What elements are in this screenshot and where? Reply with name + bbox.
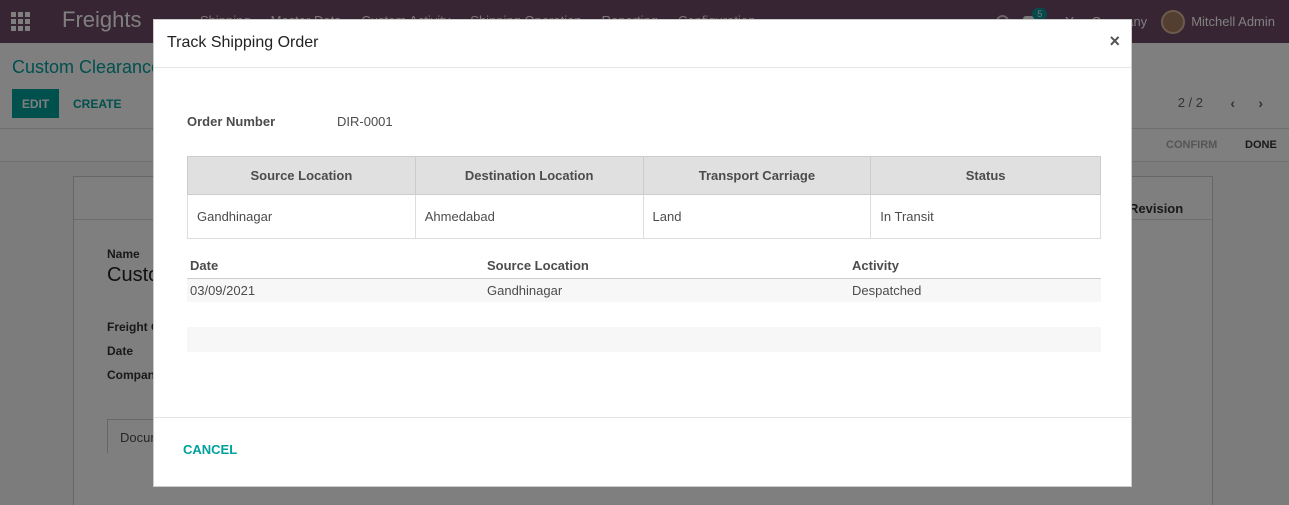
empty-row (187, 302, 1101, 327)
destination-location-cell: Ahmedabad (414, 194, 644, 239)
route-table: Source Location Destination Location Tra… (187, 156, 1101, 239)
source-location-cell: Gandhinagar (484, 278, 849, 302)
activity-cell: Despatched (849, 278, 1101, 302)
column-header: Date (187, 253, 484, 279)
column-header: Destination Location (414, 156, 644, 195)
modal-title: Track Shipping Order (167, 34, 319, 51)
activity-table: Date Source Location Activity 03/09/2021… (187, 253, 1101, 352)
order-number-value: DIR-0001 (337, 114, 393, 129)
date-cell: 03/09/2021 (187, 278, 484, 302)
order-number-label: Order Number (187, 114, 276, 129)
activity-table-header: Date Source Location Activity (187, 253, 1101, 279)
cancel-button[interactable]: CANCEL (183, 442, 237, 457)
table-row: 03/09/2021 Gandhinagar Despatched (187, 278, 1101, 302)
column-header: Activity (849, 253, 1101, 279)
close-icon[interactable]: × (1109, 31, 1120, 52)
modal-footer: CANCEL (154, 417, 1131, 488)
track-shipping-order-dialog: Track Shipping Order × Order Number DIR-… (153, 19, 1132, 487)
transport-carriage-cell: Land (642, 194, 872, 239)
empty-row (187, 327, 1101, 352)
column-header: Source Location (187, 156, 416, 195)
modal-header: Track Shipping Order × (154, 20, 1131, 68)
status-cell: In Transit (870, 194, 1101, 239)
route-table-header: Source Location Destination Location Tra… (187, 156, 1101, 195)
column-header: Transport Carriage (642, 156, 872, 195)
table-row: Gandhinagar Ahmedabad Land In Transit (187, 194, 1101, 239)
column-header: Status (870, 156, 1101, 195)
source-location-cell: Gandhinagar (187, 194, 416, 239)
column-header: Source Location (484, 253, 849, 279)
